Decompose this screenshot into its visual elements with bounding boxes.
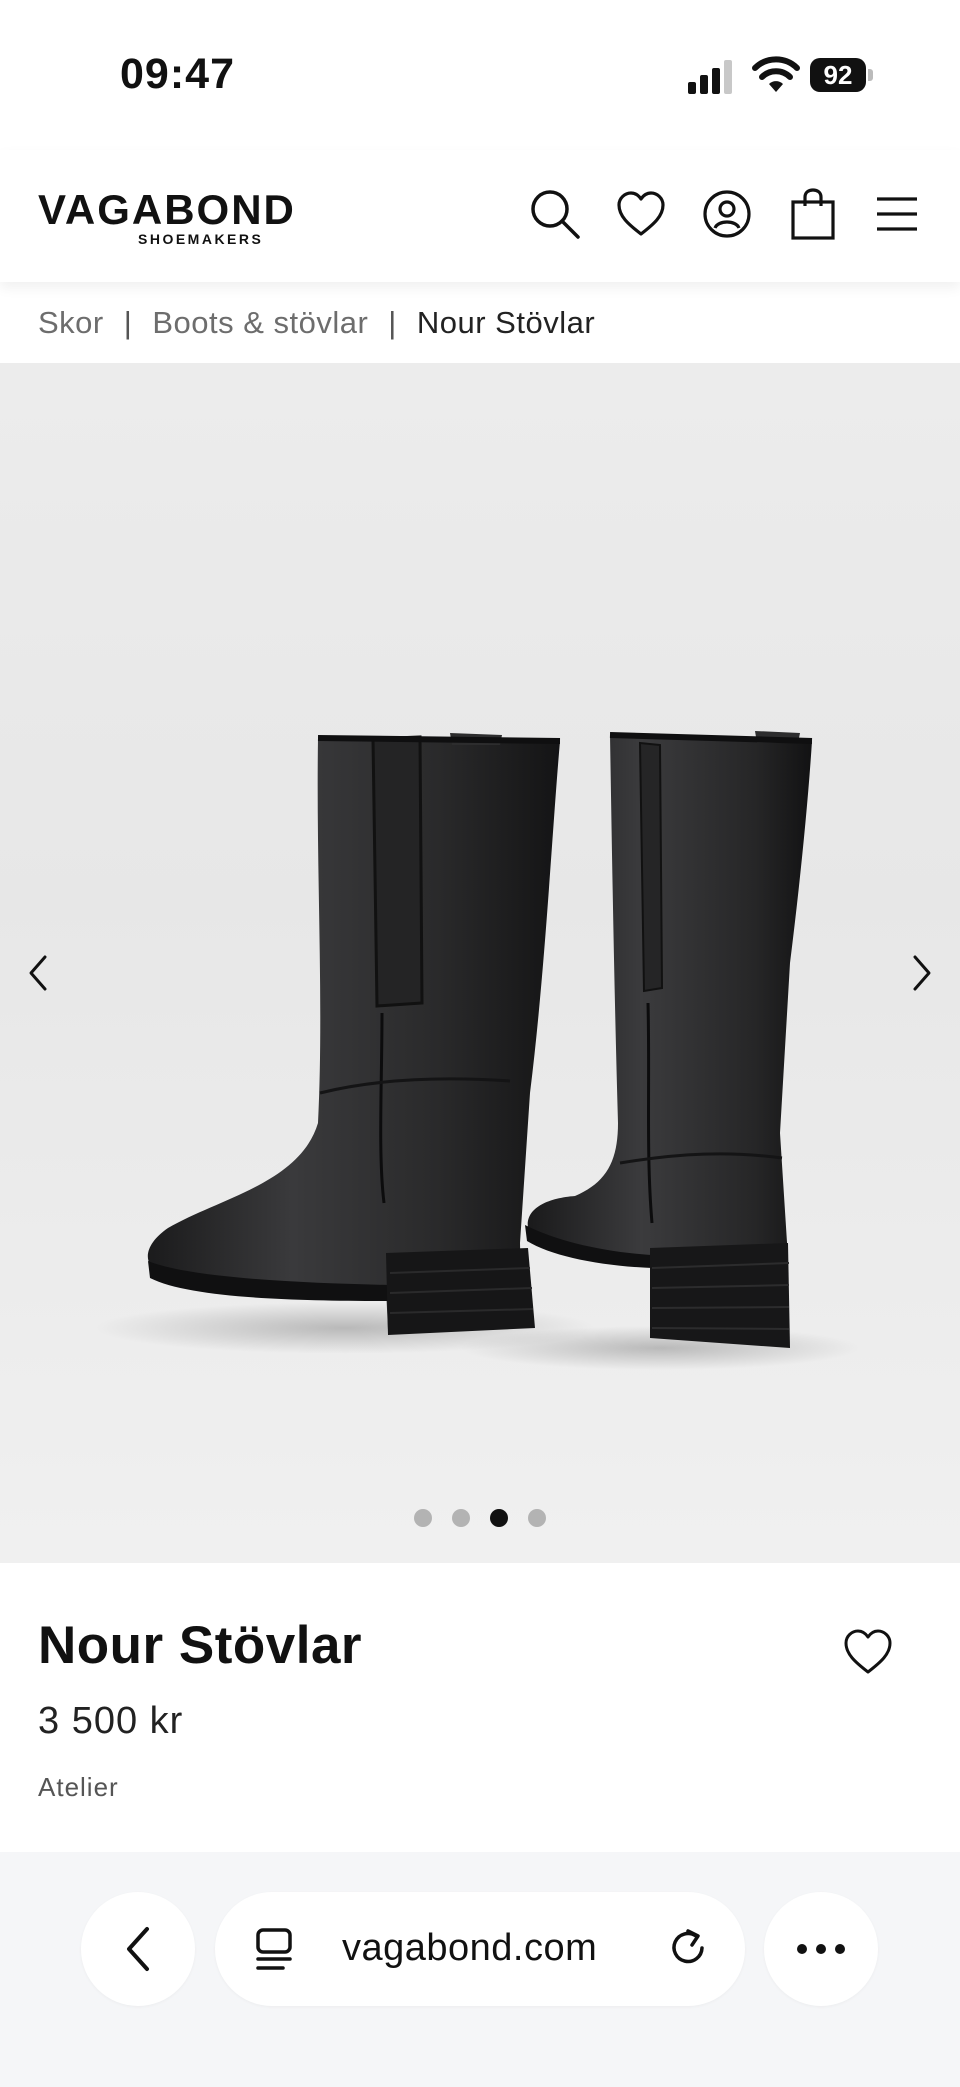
gallery-dot[interactable] (528, 1509, 546, 1527)
menu-icon[interactable] (869, 186, 925, 242)
address-bar[interactable]: vagabond.com (215, 1892, 745, 2006)
cellular-signal-icon (688, 60, 732, 94)
gallery-dot-active[interactable] (490, 1509, 508, 1527)
page-settings-icon[interactable] (255, 1927, 293, 1971)
wifi-icon (752, 56, 800, 92)
account-icon[interactable] (699, 186, 755, 242)
reload-icon[interactable] (668, 1928, 710, 1970)
gallery-dot[interactable] (452, 1509, 470, 1527)
gallery-pagination (0, 1509, 960, 1527)
battery-level: 92 (810, 58, 866, 92)
site-header: VAGABOND SHOEMAKERS (0, 150, 960, 282)
add-to-wishlist-heart-icon[interactable] (838, 1622, 898, 1682)
breadcrumb-separator: | (388, 305, 397, 340)
browser-toolbar: vagabond.com (0, 1852, 960, 2087)
breadcrumb-item-current: Nour Stövlar (416, 305, 596, 340)
url-text: vagabond.com (342, 1927, 598, 1969)
product-image-boots (95, 731, 860, 1370)
product-image-gallery[interactable] (0, 363, 960, 1563)
breadcrumb-separator: | (123, 305, 133, 340)
breadcrumb-item-skor[interactable]: Skor (38, 305, 104, 341)
previous-image-arrow[interactable] (8, 933, 68, 1013)
logo[interactable]: VAGABOND (38, 186, 296, 234)
logo-subtitle: SHOEMAKERS (138, 231, 264, 247)
product-collection: Atelier (38, 1772, 119, 1802)
heart-icon[interactable] (613, 186, 669, 242)
search-icon[interactable] (527, 186, 583, 242)
ellipsis-icon (797, 1944, 845, 1954)
product-price: 3 500 kr (38, 1700, 184, 1742)
breadcrumb: Skor | Boots & stövlar | Nour Stövlar (38, 302, 595, 344)
breadcrumb-item-boots[interactable]: Boots & stövlar (152, 305, 368, 341)
browser-back-button[interactable] (81, 1892, 195, 2006)
next-image-arrow[interactable] (892, 933, 952, 1013)
gallery-dot[interactable] (414, 1509, 432, 1527)
battery-icon: 92 (810, 58, 874, 94)
product-title: Nour Stövlar (38, 1616, 363, 1675)
more-options-button[interactable] (764, 1892, 878, 2006)
bag-icon[interactable] (785, 186, 841, 242)
status-time: 09:47 (120, 50, 235, 98)
